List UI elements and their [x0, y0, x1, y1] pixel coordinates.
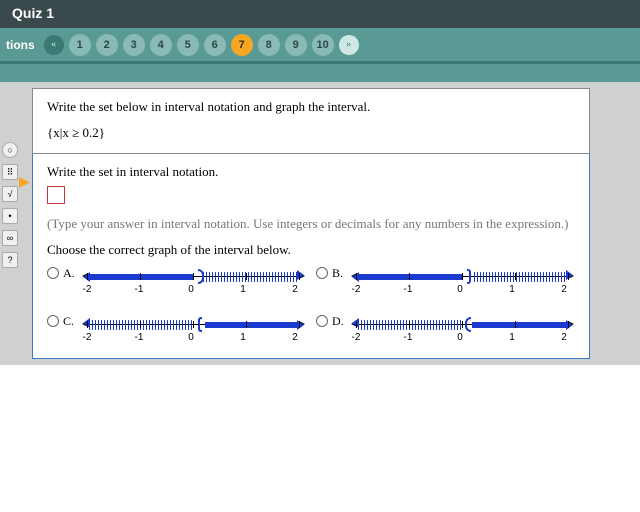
- nav-q3[interactable]: 3: [123, 34, 145, 56]
- quiz-header: Quiz 1: [0, 0, 640, 28]
- nav-q8[interactable]: 8: [258, 34, 280, 56]
- label-b: B.: [332, 266, 344, 281]
- label-d: D.: [332, 314, 344, 329]
- numberline-c: -2-1012: [81, 316, 306, 348]
- tool-radical[interactable]: √: [2, 186, 18, 202]
- graph-prompt: Choose the correct graph of the interval…: [47, 242, 575, 258]
- nav-q5[interactable]: 5: [177, 34, 199, 56]
- question-prompt: Write the set below in interval notation…: [47, 99, 575, 115]
- teal-strip: [0, 64, 640, 82]
- label-a: A.: [63, 266, 75, 281]
- question-nav: tions « 1 2 3 4 5 6 7 8 9 10 »: [0, 28, 640, 64]
- answer-subprompt: Write the set in interval notation.: [47, 164, 575, 180]
- tool-circle[interactable]: ○: [2, 142, 18, 158]
- nav-next[interactable]: »: [339, 35, 359, 55]
- nav-q2[interactable]: 2: [96, 34, 118, 56]
- question-set: {x|x ≥ 0.2}: [47, 125, 575, 141]
- tool-infinity[interactable]: ∞: [2, 230, 18, 246]
- answer-hint: (Type your answer in interval notation. …: [47, 216, 575, 232]
- nav-prev[interactable]: «: [44, 35, 64, 55]
- pointer-icon: ▶: [19, 174, 30, 191]
- radio-d[interactable]: [316, 315, 328, 327]
- choice-d: D. -2-1012: [316, 314, 575, 348]
- nav-q10[interactable]: 10: [312, 34, 334, 56]
- question-box: Write the set below in interval notation…: [32, 88, 590, 154]
- tool-column: ○ ⠿ √ • ∞ ?: [0, 82, 20, 365]
- choice-c: C. -2-1012: [47, 314, 306, 348]
- interval-input[interactable]: [47, 186, 65, 204]
- radio-c[interactable]: [47, 315, 59, 327]
- nav-q9[interactable]: 9: [285, 34, 307, 56]
- graph-choices: A. -2-1012 B.: [47, 266, 575, 348]
- choice-b: B. -2-1012: [316, 266, 575, 300]
- nav-section-label: tions: [6, 38, 35, 52]
- nav-q1[interactable]: 1: [69, 34, 91, 56]
- numberline-a: -2-1012: [81, 268, 306, 300]
- answer-box: ▶ Write the set in interval notation. (T…: [32, 154, 590, 359]
- nav-q7[interactable]: 7: [231, 34, 253, 56]
- nav-q6[interactable]: 6: [204, 34, 226, 56]
- choice-a: A. -2-1012: [47, 266, 306, 300]
- radio-a[interactable]: [47, 267, 59, 279]
- numberline-b: -2-1012: [350, 268, 575, 300]
- radio-b[interactable]: [316, 267, 328, 279]
- nav-q4[interactable]: 4: [150, 34, 172, 56]
- quiz-title: Quiz 1: [12, 5, 54, 21]
- tool-dot[interactable]: •: [2, 208, 18, 224]
- tool-keypad[interactable]: ⠿: [2, 164, 18, 180]
- label-c: C.: [63, 314, 75, 329]
- numberline-d: -2-1012: [350, 316, 575, 348]
- tool-help[interactable]: ?: [2, 252, 18, 268]
